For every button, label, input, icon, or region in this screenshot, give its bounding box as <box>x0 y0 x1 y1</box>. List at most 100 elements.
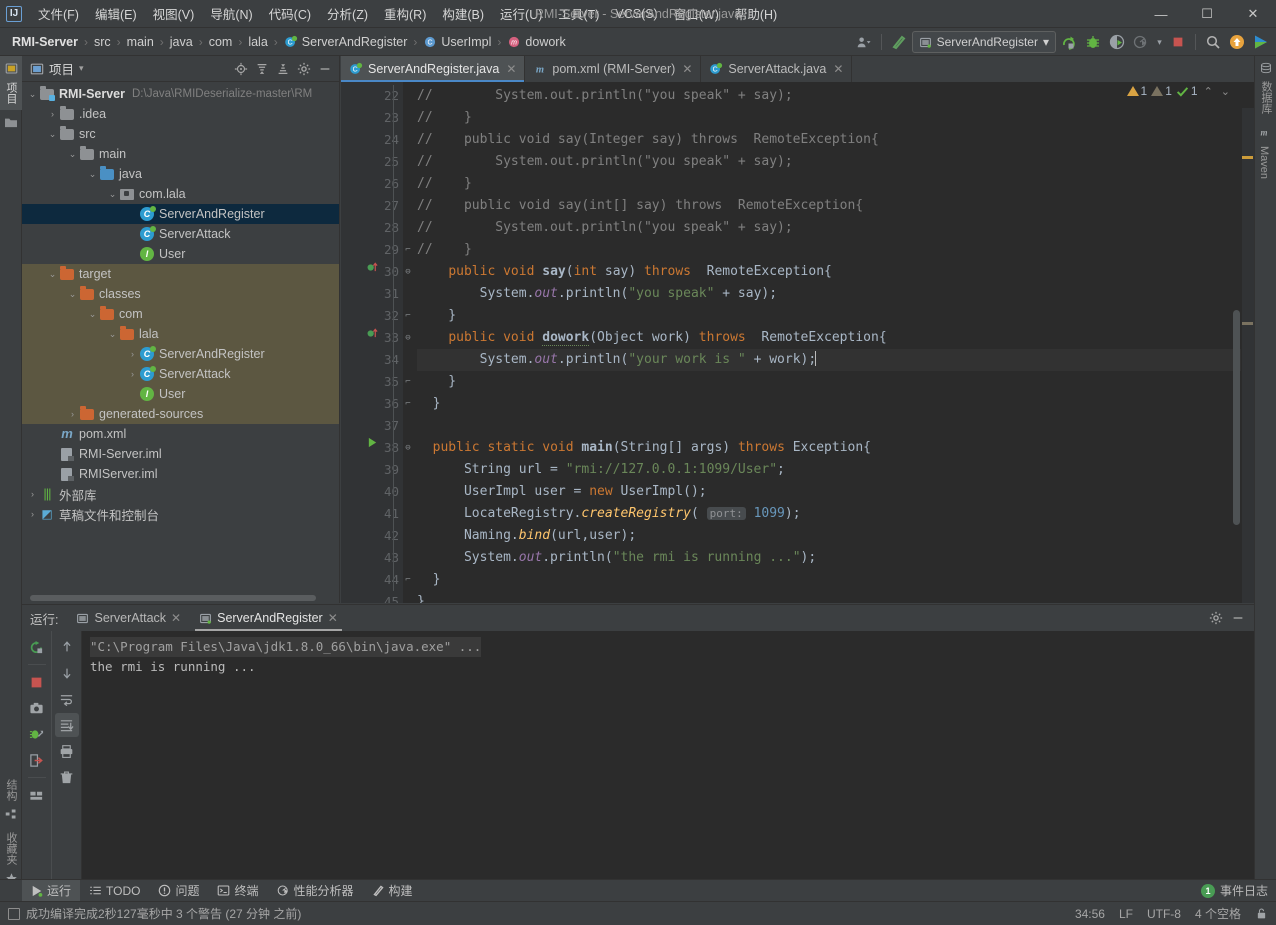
tree-node[interactable]: › generated-sources <box>22 404 339 424</box>
code-line[interactable]: // } <box>417 107 1254 129</box>
tree-node[interactable]: ⌄ classes <box>22 284 339 304</box>
code-line[interactable]: } <box>417 591 1254 603</box>
menu-item[interactable]: 运行(U) <box>492 0 550 27</box>
close-icon[interactable]: ✕ <box>328 611 338 625</box>
scroll-up-icon[interactable] <box>55 635 79 659</box>
menu-item[interactable]: VCS(S) <box>607 3 665 25</box>
expand-all-icon[interactable] <box>252 59 272 79</box>
close-icon[interactable]: ✕ <box>171 611 181 625</box>
tree-node[interactable]: › C ServerAndRegister <box>22 344 339 364</box>
tool-tab-structure[interactable]: 结构 <box>0 773 22 826</box>
tree-node[interactable]: ⌄ target <box>22 264 339 284</box>
tree-node[interactable]: ⌄ main <box>22 144 339 164</box>
status-message[interactable]: 成功编译完成2秒127毫秒中 3 个警告 (27 分钟 之前) <box>26 905 301 922</box>
rerun-icon[interactable] <box>25 635 49 659</box>
tree-node[interactable]: › .idea <box>22 104 339 124</box>
chevron-down-icon[interactable]: ⌄ <box>86 169 99 180</box>
breadcrumb-item[interactable]: src <box>90 33 115 51</box>
code-line[interactable]: } <box>417 569 1254 591</box>
code-line[interactable]: // } <box>417 173 1254 195</box>
export-icon[interactable] <box>25 748 49 772</box>
warning-count-group[interactable]: 1 <box>1126 84 1147 98</box>
menu-item[interactable]: 构建(B) <box>434 0 492 27</box>
tree-node[interactable]: RMI-Server.iml <box>22 444 339 464</box>
code-line[interactable]: // System.out.println("you speak" + say)… <box>417 151 1254 173</box>
lock-icon[interactable] <box>1255 907 1268 920</box>
next-problem-icon[interactable]: ⌄ <box>1219 85 1232 98</box>
code-line[interactable]: String url = "rmi://127.0.0.1:1099/User"… <box>417 459 1254 481</box>
tool-tab-folder-icon[interactable] <box>0 110 21 134</box>
warning-marker[interactable] <box>1242 156 1253 159</box>
breadcrumb-item[interactable]: lala <box>244 33 271 51</box>
indent-setting[interactable]: 4 个空格 <box>1195 905 1241 922</box>
bottom-bar-item[interactable]: TODO <box>80 882 149 900</box>
minimize-button[interactable]: — <box>1138 0 1184 28</box>
code-line[interactable]: Naming.bind(url,user); <box>417 525 1254 547</box>
event-log-widget[interactable]: 1 事件日志 <box>1200 882 1276 899</box>
run-icon[interactable] <box>1058 31 1080 53</box>
close-icon[interactable]: ✕ <box>833 62 843 76</box>
chevron-down-icon-profile[interactable]: ▾ <box>1154 31 1165 53</box>
menu-item[interactable]: 窗口(W) <box>666 0 727 27</box>
settings-gear-icon[interactable] <box>1206 608 1226 628</box>
screenshot-icon[interactable] <box>25 696 49 720</box>
menu-item[interactable]: 代码(C) <box>261 0 319 27</box>
locate-file-icon[interactable] <box>231 59 251 79</box>
update-project-icon[interactable] <box>1226 31 1248 53</box>
chevron-right-icon[interactable]: › <box>46 109 59 119</box>
encoding[interactable]: UTF-8 <box>1147 907 1181 921</box>
code-line[interactable]: public void dowork(Object work) throws R… <box>417 327 1254 349</box>
line-separator[interactable]: LF <box>1119 907 1133 921</box>
hammer-build-icon[interactable] <box>888 31 910 53</box>
breadcrumb-item[interactable]: main <box>123 33 158 51</box>
print-icon[interactable] <box>55 739 79 763</box>
prev-problem-icon[interactable]: ⌃ <box>1202 85 1215 98</box>
chevron-down-icon[interactable]: ⌄ <box>26 89 39 100</box>
tree-node[interactable]: › ||| 外部库 <box>22 484 339 504</box>
caret-position[interactable]: 34:56 <box>1075 907 1105 921</box>
tool-tab-maven[interactable]: m Maven <box>1255 120 1273 185</box>
code-line[interactable]: UserImpl user = new UserImpl(); <box>417 481 1254 503</box>
menu-item[interactable]: 编辑(E) <box>87 0 145 27</box>
bottom-bar-item[interactable]: 构建 <box>363 880 422 901</box>
editor-tab[interactable]: C ServerAndRegister.java ✕ <box>341 56 526 82</box>
search-everywhere-icon[interactable] <box>1202 31 1224 53</box>
inspection-widget[interactable]: 1 1 1 ⌃ ⌄ <box>1126 84 1233 98</box>
menu-item[interactable]: 分析(Z) <box>319 0 376 27</box>
scroll-down-icon[interactable] <box>55 661 79 685</box>
run-configuration-selector[interactable]: ServerAndRegister ▾ <box>911 31 1056 53</box>
gutter-line[interactable]: 45 <box>341 591 403 603</box>
code-line[interactable] <box>417 415 1254 437</box>
project-panel-title-group[interactable]: 项目 ▾ <box>30 59 84 78</box>
tree-node[interactable]: I User <box>22 384 339 404</box>
chevron-down-icon[interactable]: ⌄ <box>86 309 99 320</box>
code-line[interactable]: public void say(int say) throws RemoteEx… <box>417 261 1254 283</box>
tree-node[interactable]: C ServerAttack <box>22 224 339 244</box>
chevron-right-icon[interactable]: › <box>126 369 139 379</box>
breadcrumb-item[interactable]: C ServerAndRegister <box>280 33 412 51</box>
breadcrumb-item[interactable]: m dowork <box>503 33 569 51</box>
chevron-right-icon[interactable]: › <box>126 349 139 359</box>
weak-warning-count-group[interactable]: 1 <box>1151 84 1172 98</box>
chevron-right-icon[interactable]: › <box>26 509 39 519</box>
chevron-down-icon[interactable]: ⌄ <box>106 329 119 340</box>
override-marker-icon[interactable] <box>367 327 381 349</box>
tree-node[interactable]: › ◩ 草稿文件和控制台 <box>22 504 339 524</box>
maximize-button[interactable]: ☐ <box>1184 0 1230 28</box>
close-icon[interactable]: ✕ <box>506 62 516 76</box>
run-gutter-icon[interactable] <box>367 437 381 459</box>
collapse-all-icon[interactable] <box>273 59 293 79</box>
chevron-down-icon[interactable]: ▾ <box>1043 35 1049 49</box>
menu-item[interactable]: 视图(V) <box>145 0 203 27</box>
editor-code-area[interactable]: 22 23 24 25 26 27 28 29 ⌐ 30 ⊖ 31 32 ⌐ 33 ⊖ 34 35 ⌐ 36 ⌐ 37 38… <box>341 82 1254 603</box>
hide-panel-icon[interactable] <box>1228 608 1248 628</box>
run-tab[interactable]: ServerAttack ✕ <box>68 608 189 628</box>
stop-icon[interactable] <box>25 670 49 694</box>
breadcrumb-item[interactable]: C UserImpl <box>419 33 495 51</box>
breadcrumb-item[interactable]: RMI-Server <box>8 33 82 51</box>
chevron-right-icon[interactable]: › <box>26 489 39 499</box>
chevron-down-icon[interactable]: ▾ <box>79 63 84 74</box>
code-line[interactable]: // public void say(Integer say) throws R… <box>417 129 1254 151</box>
tree-node[interactable]: ⌄ com.lala <box>22 184 339 204</box>
inspection-ok-group[interactable]: 1 <box>1176 84 1198 98</box>
